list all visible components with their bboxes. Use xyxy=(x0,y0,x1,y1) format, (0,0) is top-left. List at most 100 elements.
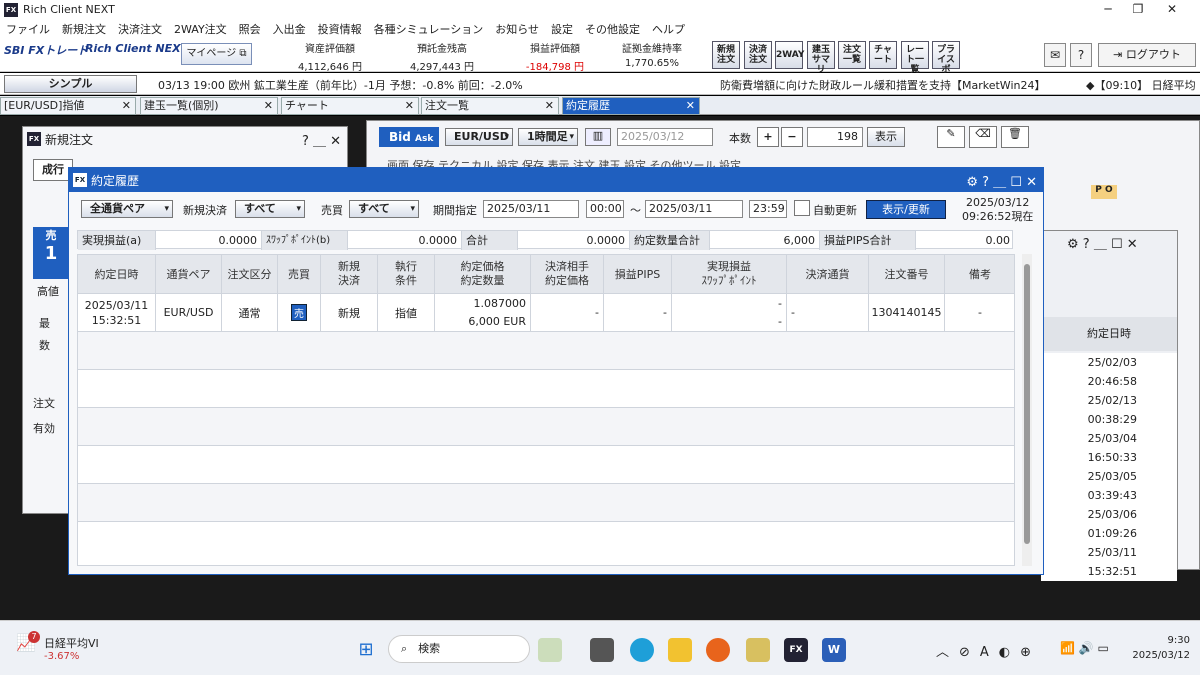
close-icon[interactable]: ✕ xyxy=(264,98,273,114)
col-settle-ccy[interactable]: 決済通貨 xyxy=(787,255,869,293)
close-icon[interactable]: ✕ xyxy=(545,98,554,114)
history-window-controls[interactable]: ⚙ ? ＿ ☐ ✕ xyxy=(966,171,1037,190)
task-view-icon[interactable] xyxy=(590,638,614,662)
sell-button[interactable]: 売1 xyxy=(33,227,69,279)
close-button[interactable]: ✕ xyxy=(1150,0,1194,19)
close-icon[interactable]: ✕ xyxy=(122,98,131,114)
tab-order-list[interactable]: 注文一覧 ✕ xyxy=(421,97,559,115)
col-pair[interactable]: 通貨ペア xyxy=(156,255,222,293)
from-time-field[interactable]: 00:00 xyxy=(586,200,624,218)
order-list-window-controls[interactable]: ⚙ ? ＿ ☐ ✕ xyxy=(1067,233,1138,252)
menu-simulation[interactable]: 各種シミュレーション xyxy=(374,21,484,37)
toolbar-position-summary[interactable]: 建玉サマリ xyxy=(807,41,835,75)
file-explorer-icon[interactable] xyxy=(668,638,692,662)
firefox-icon[interactable] xyxy=(706,638,730,662)
menu-invest-info[interactable]: 投資情報 xyxy=(318,21,362,37)
tab-execution-history[interactable]: 約定履歴 ✕ xyxy=(562,97,700,115)
message-icon[interactable]: ✉ xyxy=(1044,43,1066,67)
decrease-bars-button[interactable]: − xyxy=(781,127,803,147)
bar-count-input[interactable]: 198 xyxy=(807,127,863,147)
news-ticker-2[interactable]: 防衛費増額に向けた財政ルール緩和措置を支持【MarketWin24】 xyxy=(720,77,1045,93)
col-counter-price[interactable]: 決済相手 約定価格 xyxy=(531,255,604,293)
toolbar-2way[interactable]: 2WAY xyxy=(775,41,804,69)
col-pips[interactable]: 損益PIPS xyxy=(604,255,672,293)
windows-start-icon[interactable]: ⊞ xyxy=(355,639,377,661)
col-exec-time[interactable]: 約定日時 xyxy=(78,255,156,293)
col-order-type[interactable]: 注文区分 xyxy=(222,255,278,293)
col-exec-cond[interactable]: 執行 条件 xyxy=(378,255,435,293)
auto-update-checkbox[interactable] xyxy=(794,200,810,216)
col-new-close[interactable]: 新規 決済 xyxy=(321,255,378,293)
market-order-tab[interactable]: 成行 xyxy=(33,159,73,181)
col-side[interactable]: 売買 xyxy=(278,255,321,293)
menu-close-order[interactable]: 決済注文 xyxy=(118,21,162,37)
menu-help[interactable]: ヘルプ xyxy=(652,21,685,37)
row-price-qty: 1.087000 6,000 EUR xyxy=(435,294,531,331)
increase-bars-button[interactable]: + xyxy=(757,127,779,147)
to-date-field[interactable]: 2025/03/11 xyxy=(645,200,743,218)
news-ticker-3[interactable]: ◆【09:10】 日経平均 xyxy=(1086,77,1196,93)
menu-settings[interactable]: 設定 xyxy=(551,21,573,37)
toolbar-new-order[interactable]: 新規注文 xyxy=(712,41,740,69)
toolbar-order-list[interactable]: 注文一覧 xyxy=(838,41,866,69)
menu-other-settings[interactable]: その他設定 xyxy=(585,21,640,37)
search-icon: ⌕ xyxy=(401,642,408,655)
taskbar-search[interactable]: ⌕ 検索 xyxy=(388,635,530,663)
chart-pair-select[interactable]: EUR/USD xyxy=(445,128,513,146)
news-ticker-1[interactable]: 03/13 19:00 欧州 鉱工業生産（前年比）-1月 予想：-0.8% 前回… xyxy=(158,77,523,93)
menu-file[interactable]: ファイル xyxy=(6,21,50,37)
bid-ask-toggle[interactable]: Bid Ask xyxy=(379,127,439,147)
tab-limit-order[interactable]: [EUR/USD]指値 ✕ xyxy=(0,97,136,115)
tab-chart[interactable]: チャート ✕ xyxy=(281,97,419,115)
close-icon[interactable]: ✕ xyxy=(405,98,414,114)
close-icon[interactable]: ✕ xyxy=(686,98,695,114)
menu-notice[interactable]: お知らせ xyxy=(495,21,539,37)
menu-new-order[interactable]: 新規注文 xyxy=(62,21,106,37)
layout-mode-select[interactable]: シンプル xyxy=(4,75,137,93)
logout-button[interactable]: ⇥ ログアウト xyxy=(1098,43,1196,67)
help-icon[interactable]: ? xyxy=(1070,43,1092,67)
refresh-button[interactable]: 表示/更新 xyxy=(866,200,946,219)
col-price-qty[interactable]: 約定価格 約定数量 xyxy=(435,255,531,293)
trash-icon[interactable]: 🗑 xyxy=(1001,126,1029,148)
summary-value: 0.0000 xyxy=(518,231,630,250)
grid-header-row: 約定日時 通貨ペア 注文区分 売買 新規 決済 執行 条件 約定価格 約定数量 … xyxy=(78,255,1014,294)
fx-app-icon[interactable]: FX xyxy=(784,638,808,662)
mypage-button[interactable]: マイページ ⧉ xyxy=(181,43,252,65)
table-row[interactable]: 2025/03/11 15:32:51 EUR/USD 通常 売 新規 指値 1.… xyxy=(78,294,1014,332)
toolbar-rate-list[interactable]: レート一覧 xyxy=(901,41,929,75)
new-order-window-controls[interactable]: ? ＿ ✕ xyxy=(302,130,341,149)
network-volume-battery-icons[interactable]: 📶 🔊 ▭ xyxy=(1060,641,1109,655)
chart-timeframe-select[interactable]: 1時間足 xyxy=(518,128,578,146)
tab-position-list[interactable]: 建玉一覧(個別) ✕ xyxy=(140,97,278,115)
chart-show-button[interactable]: 表示 xyxy=(867,127,905,147)
to-time-field[interactable]: 23:59 xyxy=(749,200,787,218)
auto-update-label: 自動更新 xyxy=(813,204,857,217)
summary-value: 0.00 xyxy=(985,234,1011,247)
nikkei-vi-label[interactable]: 日経平均VI xyxy=(44,635,99,651)
chart-date-field[interactable]: 2025/03/12 xyxy=(617,128,713,146)
system-clock[interactable]: 9:30 2025/03/12 xyxy=(1126,633,1190,663)
app-icon[interactable] xyxy=(746,638,770,662)
candle-type-icon[interactable]: ▥ xyxy=(585,128,611,146)
word-icon[interactable]: W xyxy=(822,638,846,662)
pair-filter-select[interactable]: 全通貨ペア xyxy=(81,200,173,218)
col-note[interactable]: 備考 xyxy=(945,255,1014,293)
pen-icon[interactable]: ✎ xyxy=(937,126,965,148)
edge-icon[interactable] xyxy=(630,638,654,662)
system-tray-icons[interactable]: ︿⊘A◐⊕ xyxy=(936,641,1041,660)
col-order-no[interactable]: 注文番号 xyxy=(869,255,945,293)
eraser-icon[interactable]: ⌫ xyxy=(969,126,997,148)
menu-inquiry[interactable]: 照会 xyxy=(239,21,261,37)
type-filter-select[interactable]: すべて xyxy=(235,200,305,218)
toolbar-price-board[interactable]: プライスボ xyxy=(932,41,960,75)
side-filter-select[interactable]: すべて xyxy=(349,200,419,218)
grid-scrollbar[interactable] xyxy=(1022,254,1032,566)
widget-icon[interactable] xyxy=(538,638,562,662)
menu-2way[interactable]: 2WAY注文 xyxy=(174,21,227,37)
col-pl-swap[interactable]: 実現損益 ｽﾜｯﾌﾟﾎﾟｲﾝﾄ xyxy=(672,255,787,293)
toolbar-chart[interactable]: チャート xyxy=(869,41,897,69)
menu-deposit[interactable]: 入出金 xyxy=(273,21,306,37)
toolbar-close-order[interactable]: 決済注文 xyxy=(744,41,772,69)
from-date-field[interactable]: 2025/03/11 xyxy=(483,200,579,218)
